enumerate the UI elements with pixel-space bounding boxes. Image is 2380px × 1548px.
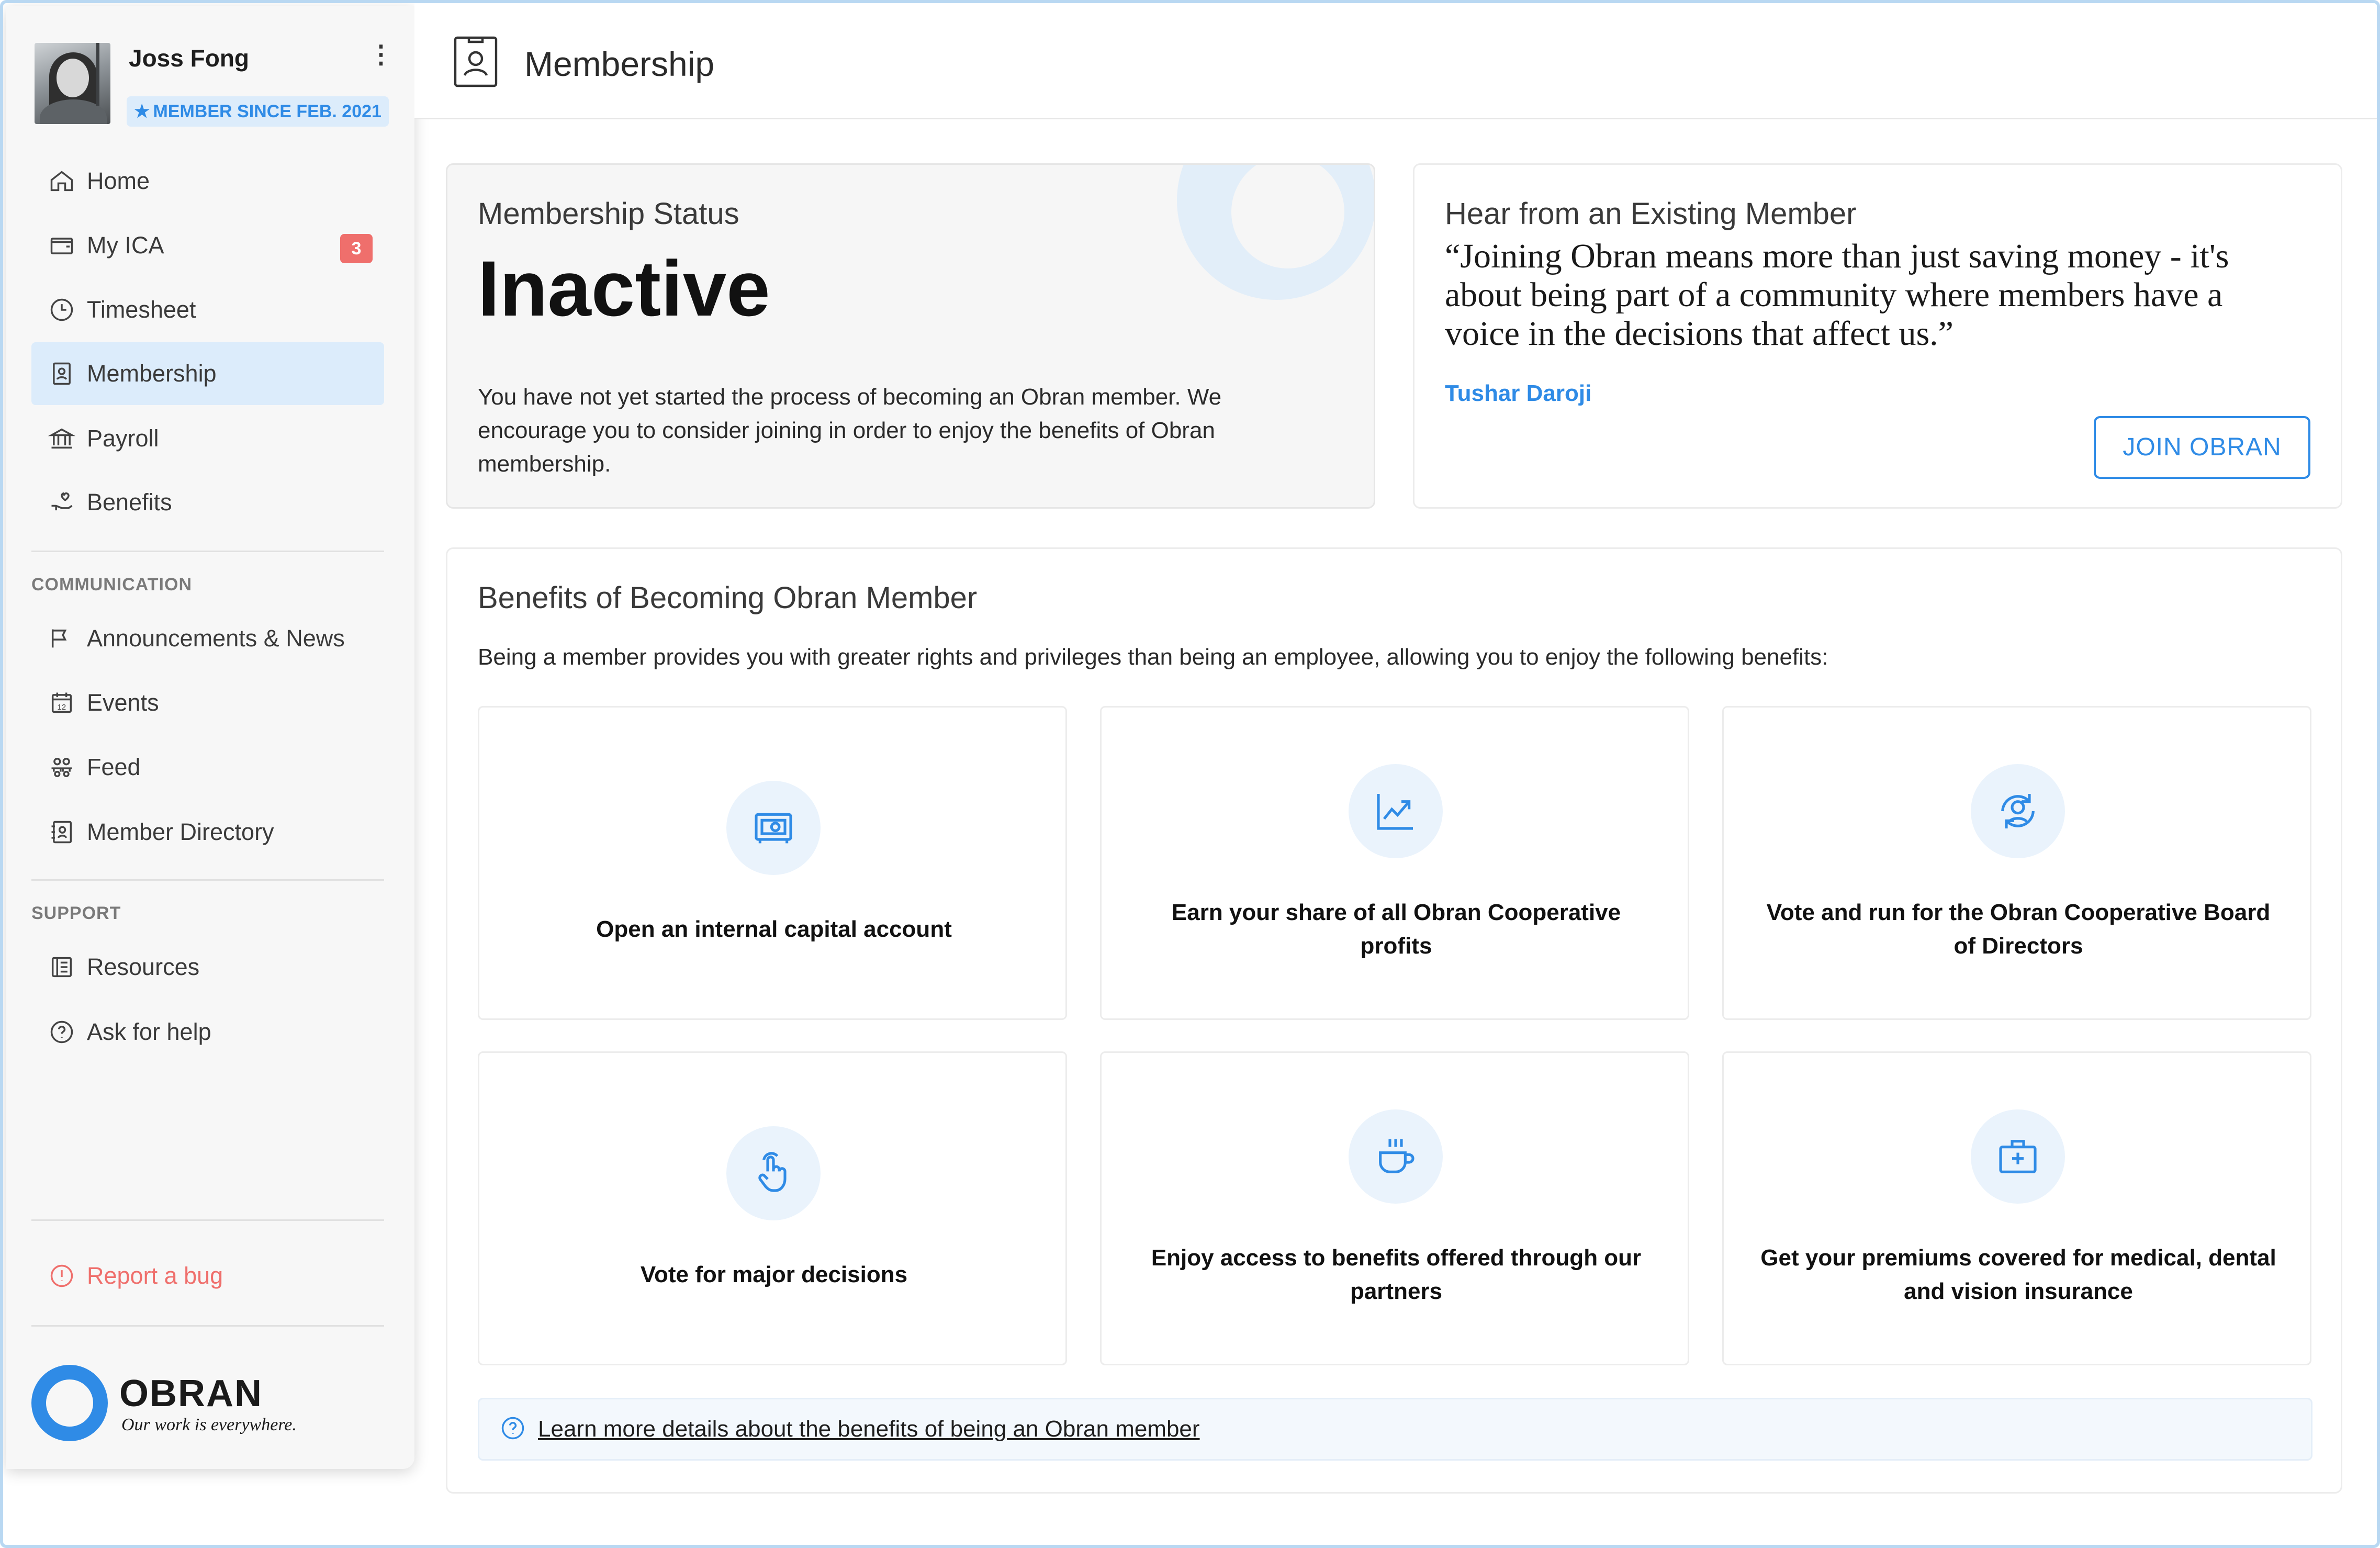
sidebar-item-label: Home bbox=[87, 167, 150, 194]
brand-logo[interactable]: OBRAN Our work is everywhere. bbox=[31, 1361, 398, 1444]
id-badge-icon bbox=[453, 36, 498, 88]
sidebar-item-label: Feed bbox=[87, 754, 141, 780]
sidebar-item-label: Member Directory bbox=[87, 818, 274, 845]
section-heading-communication: COMMUNICATION bbox=[31, 575, 192, 594]
page-title: Membership bbox=[524, 44, 715, 83]
document-list-icon bbox=[47, 952, 76, 982]
hand-pointer-icon bbox=[726, 1126, 821, 1220]
section-heading-support: SUPPORT bbox=[31, 903, 121, 923]
sidebar-item-events[interactable]: 12 Events bbox=[31, 671, 384, 734]
sidebar-item-label: Payroll bbox=[87, 425, 159, 452]
sidebar-divider bbox=[31, 879, 384, 881]
help-circle-icon bbox=[499, 1415, 526, 1444]
sidebar-item-payroll[interactable]: Payroll bbox=[31, 407, 384, 470]
benefit-tile: Get your premiums covered for medical, d… bbox=[1722, 1051, 2311, 1365]
sidebar-item-label: Membership bbox=[87, 360, 217, 387]
sidebar-item-ask-for-help[interactable]: Ask for help bbox=[31, 1001, 384, 1063]
benefit-label: Open an internal capital account bbox=[596, 916, 952, 942]
sidebar-divider bbox=[31, 551, 384, 552]
sidebar-item-label: Events bbox=[87, 689, 159, 716]
sidebar-item-benefits[interactable]: Benefits bbox=[31, 471, 384, 534]
sidebar-item-member-directory[interactable]: Member Directory bbox=[31, 801, 384, 863]
member-since-badge: ★ MEMBER SINCE FEB. 2021 bbox=[127, 96, 389, 127]
benefit-label: Vote for major decisions bbox=[640, 1262, 908, 1287]
wallet-icon bbox=[47, 231, 76, 260]
report-bug-link[interactable]: Report a bug bbox=[31, 1244, 384, 1307]
bank-icon bbox=[47, 424, 76, 453]
brand-tagline: Our work is everywhere. bbox=[121, 1415, 297, 1434]
medical-kit-icon bbox=[1971, 1109, 2065, 1204]
learn-more-link[interactable]: Learn more details about the benefits of… bbox=[538, 1416, 1200, 1442]
calendar-icon: 12 bbox=[47, 688, 76, 717]
report-bug-label: Report a bug bbox=[87, 1262, 223, 1289]
more-options-icon[interactable]: ⋮ bbox=[368, 42, 394, 73]
user-cycle-icon bbox=[1971, 764, 2065, 858]
sidebar-item-label: Announcements & News bbox=[87, 625, 345, 652]
status-card-title: Membership Status bbox=[478, 197, 739, 231]
sidebar-item-membership[interactable]: Membership bbox=[31, 342, 384, 405]
sidebar-item-label: Ask for help bbox=[87, 1018, 211, 1045]
benefits-subtitle: Being a member provides you with greater… bbox=[478, 644, 1828, 670]
member-since-text: MEMBER SINCE FEB. 2021 bbox=[153, 102, 381, 121]
user-name: Joss Fong bbox=[129, 44, 250, 72]
svg-text:12: 12 bbox=[57, 703, 66, 712]
sidebar-item-label: Benefits bbox=[87, 489, 172, 515]
testimonial-author[interactable]: Tushar Daroji bbox=[1445, 380, 1591, 407]
join-obran-button[interactable]: JOIN OBRAN bbox=[2094, 416, 2310, 479]
star-icon: ★ bbox=[134, 102, 150, 121]
benefit-tile: Open an internal capital account bbox=[478, 706, 1067, 1020]
hand-heart-icon bbox=[47, 488, 76, 517]
benefits-section: Benefits of Becoming Obran Member Being … bbox=[446, 547, 2342, 1494]
benefit-tile: Enjoy access to benefits offered through… bbox=[1100, 1051, 1689, 1365]
alert-circle-icon bbox=[47, 1261, 76, 1291]
help-circle-icon bbox=[47, 1017, 76, 1047]
benefit-tile: Vote for major decisions bbox=[478, 1051, 1067, 1365]
decorative-circle bbox=[1177, 165, 1374, 300]
status-description: You have not yet started the process of … bbox=[478, 384, 1222, 477]
membership-status-value: Inactive bbox=[478, 244, 770, 332]
megaphone-icon bbox=[47, 624, 76, 653]
benefit-label: Get your premiums covered for medical, d… bbox=[1760, 1245, 2276, 1304]
people-icon bbox=[47, 753, 76, 782]
coffee-cup-icon bbox=[1349, 1109, 1443, 1204]
sidebar-item-my-ica[interactable]: My ICA 3 bbox=[31, 214, 384, 277]
contacts-book-icon bbox=[47, 817, 76, 847]
sidebar-item-label: Timesheet bbox=[87, 296, 196, 323]
sidebar-item-home[interactable]: Home bbox=[31, 150, 384, 212]
sidebar-divider bbox=[31, 1219, 384, 1221]
membership-status-card: Membership Status Inactive You have not … bbox=[446, 163, 1375, 509]
sidebar-divider bbox=[31, 1325, 384, 1327]
logo-ring-icon bbox=[31, 1365, 108, 1441]
benefit-label: Enjoy access to benefits offered through… bbox=[1151, 1245, 1642, 1304]
sidebar-item-label: My ICA bbox=[87, 232, 164, 259]
app-window: Joss Fong ⋮ ★ MEMBER SINCE FEB. 2021 Home… bbox=[0, 0, 2380, 1548]
chart-up-icon bbox=[1349, 764, 1443, 858]
benefit-tile: Vote and run for the Obran Cooperative B… bbox=[1722, 706, 2311, 1020]
benefits-title: Benefits of Becoming Obran Member bbox=[478, 581, 978, 615]
testimonial-title: Hear from an Existing Member bbox=[1445, 197, 1857, 231]
sidebar-item-resources[interactable]: Resources bbox=[31, 936, 384, 999]
benefit-label: Earn your share of all Obran Cooperative… bbox=[1171, 900, 1621, 959]
avatar[interactable] bbox=[35, 43, 110, 124]
user-profile: Joss Fong ⋮ ★ MEMBER SINCE FEB. 2021 bbox=[35, 38, 394, 127]
safe-icon bbox=[726, 781, 821, 875]
sidebar-item-timesheet[interactable]: Timesheet bbox=[31, 278, 384, 341]
benefit-label: Vote and run for the Obran Cooperative B… bbox=[1766, 900, 2271, 959]
sidebar-item-label: Resources bbox=[87, 954, 200, 980]
testimonial-quote: “Joining Obran means more than just savi… bbox=[1445, 237, 2229, 353]
learn-more-bar: Learn more details about the benefits of… bbox=[478, 1398, 2312, 1461]
id-badge-icon bbox=[47, 359, 76, 388]
brand-name: OBRAN bbox=[119, 1373, 263, 1415]
sidebar-item-feed[interactable]: Feed bbox=[31, 736, 384, 799]
member-testimonial-card: Hear from an Existing Member “Joining Ob… bbox=[1413, 163, 2342, 509]
sidebar-item-announcements[interactable]: Announcements & News bbox=[31, 607, 384, 670]
sidebar: Joss Fong ⋮ ★ MEMBER SINCE FEB. 2021 Home… bbox=[6, 6, 414, 1469]
notification-count-badge: 3 bbox=[340, 234, 373, 263]
benefit-tile: Earn your share of all Obran Cooperative… bbox=[1100, 706, 1689, 1020]
home-icon bbox=[47, 166, 76, 196]
clock-icon bbox=[47, 295, 76, 324]
